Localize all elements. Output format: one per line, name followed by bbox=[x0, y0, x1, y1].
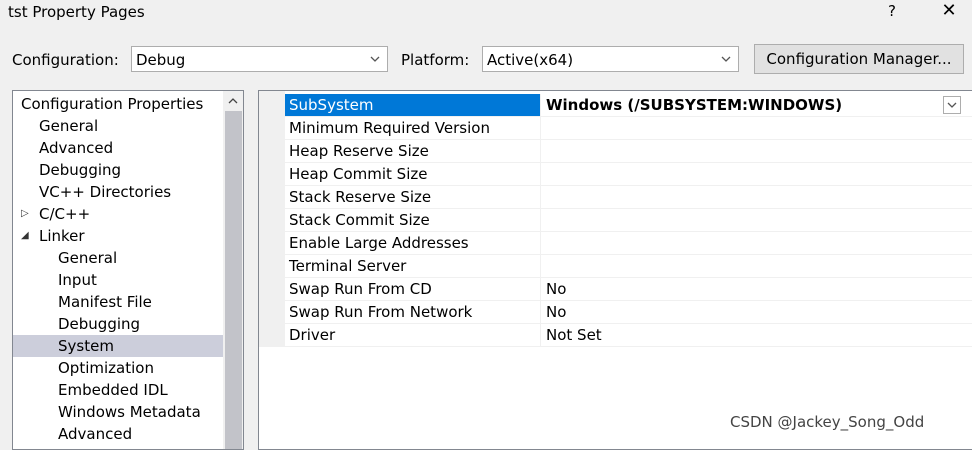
property-value[interactable]: No bbox=[541, 278, 566, 300]
tree-item-label: Embedded IDL bbox=[58, 381, 168, 399]
tree-item-label: Manifest File bbox=[58, 293, 152, 311]
platform-label: Platform: bbox=[401, 51, 470, 69]
configuration-label: Configuration: bbox=[12, 51, 119, 69]
tree-item-label: Windows Metadata bbox=[58, 403, 201, 421]
scrollbar-thumb[interactable] bbox=[225, 111, 242, 449]
property-row[interactable]: Swap Run From CD No bbox=[285, 278, 972, 301]
tree-item[interactable]: VC++ Directories bbox=[13, 181, 223, 203]
property-name: Stack Reserve Size bbox=[285, 186, 541, 208]
property-value[interactable] bbox=[541, 255, 546, 277]
tree-item-label: Linker bbox=[39, 227, 85, 245]
value-dropdown-button[interactable] bbox=[943, 96, 961, 114]
property-row[interactable]: Swap Run From Network No bbox=[285, 301, 972, 324]
tree-item[interactable]: Windows Metadata bbox=[13, 401, 223, 423]
tree-item[interactable]: Manifest File bbox=[13, 291, 223, 313]
configuration-dropdown[interactable]: Debug bbox=[131, 46, 388, 72]
property-name: SubSystem bbox=[285, 94, 541, 116]
tree-item[interactable]: Optimization bbox=[13, 357, 223, 379]
tree-item-label: Debugging bbox=[39, 161, 122, 179]
expanded-triangle-icon[interactable]: ◢ bbox=[21, 225, 29, 247]
property-value[interactable] bbox=[541, 140, 546, 162]
property-name: Swap Run From Network bbox=[285, 301, 541, 323]
property-row[interactable]: Driver Not Set bbox=[285, 324, 972, 347]
title-bar: tst Property Pages ? ✕ bbox=[0, 0, 972, 28]
property-row[interactable]: Stack Commit Size bbox=[285, 209, 972, 232]
property-value[interactable]: Windows (/SUBSYSTEM:WINDOWS) bbox=[541, 94, 842, 116]
tree-item[interactable]: General bbox=[13, 115, 223, 137]
property-name: Minimum Required Version bbox=[285, 117, 541, 139]
watermark: CSDN @Jackey_Song_Odd bbox=[730, 413, 925, 431]
tree-item[interactable]: Input bbox=[13, 269, 223, 291]
property-value[interactable] bbox=[541, 186, 546, 208]
tree-item-label: VC++ Directories bbox=[39, 183, 172, 201]
tree-item-label: Input bbox=[58, 271, 97, 289]
property-row[interactable]: Terminal Server bbox=[285, 255, 972, 278]
tree-item[interactable]: Debugging bbox=[13, 159, 223, 181]
chevron-down-icon bbox=[721, 56, 731, 62]
property-name: Terminal Server bbox=[285, 255, 541, 277]
property-tree[interactable]: Advanced Windows Metadata Embedded IDL Opti… bbox=[12, 90, 244, 450]
tree-item[interactable]: Debugging bbox=[13, 313, 223, 335]
tree-item-label: Advanced bbox=[39, 139, 114, 157]
tree-item-label: General bbox=[39, 117, 99, 135]
tree-item-label: Configuration Properties bbox=[21, 95, 204, 113]
property-grid[interactable]: SubSystem Windows (/SUBSYSTEM:WINDOWS) Min… bbox=[258, 90, 972, 450]
window-title: tst Property Pages bbox=[8, 3, 145, 21]
tree-item[interactable]: Advanced bbox=[13, 137, 223, 159]
property-name: Stack Commit Size bbox=[285, 209, 541, 231]
tree-item[interactable]: ◢Configuration Properties bbox=[13, 93, 223, 115]
property-value[interactable] bbox=[541, 209, 546, 231]
chevron-down-icon bbox=[947, 102, 957, 108]
tree-item-label: Optimization bbox=[58, 359, 154, 377]
property-value[interactable] bbox=[541, 117, 546, 139]
property-value[interactable] bbox=[541, 232, 546, 254]
help-button[interactable]: ? bbox=[880, 2, 904, 20]
configuration-manager-button[interactable]: Configuration Manager... bbox=[754, 44, 964, 74]
property-row[interactable]: Minimum Required Version bbox=[285, 117, 972, 140]
chevron-down-icon bbox=[370, 56, 380, 62]
property-name: Swap Run From CD bbox=[285, 278, 541, 300]
tree-item-label: Debugging bbox=[58, 315, 141, 333]
tree-item-label: General bbox=[58, 249, 118, 267]
property-row[interactable]: Heap Reserve Size bbox=[285, 140, 972, 163]
property-value[interactable] bbox=[541, 163, 546, 185]
tree-item[interactable]: Embedded IDL bbox=[13, 379, 223, 401]
platform-dropdown[interactable]: Active(x64) bbox=[482, 46, 739, 72]
property-value[interactable]: No bbox=[541, 301, 566, 323]
property-name: Driver bbox=[285, 324, 541, 346]
property-name: Heap Reserve Size bbox=[285, 140, 541, 162]
property-row[interactable]: Stack Reserve Size bbox=[285, 186, 972, 209]
property-name: Enable Large Addresses bbox=[285, 232, 541, 254]
platform-value: Active(x64) bbox=[487, 51, 574, 69]
close-button[interactable]: ✕ bbox=[937, 0, 961, 21]
tree-item-label: System bbox=[58, 337, 114, 355]
property-row[interactable]: Enable Large Addresses bbox=[285, 232, 972, 255]
property-value[interactable]: Not Set bbox=[541, 324, 602, 346]
grid-gutter bbox=[259, 91, 285, 347]
tree-item[interactable]: ◢ Linker bbox=[13, 225, 223, 247]
tree-scrollbar[interactable] bbox=[223, 91, 243, 449]
tree-item-label: C/C++ bbox=[39, 205, 91, 223]
property-name: Heap Commit Size bbox=[285, 163, 541, 185]
chevron-up-icon[interactable] bbox=[227, 95, 239, 107]
property-row[interactable]: SubSystem Windows (/SUBSYSTEM:WINDOWS) bbox=[285, 94, 972, 117]
collapsed-triangle-icon[interactable]: ▷ bbox=[21, 203, 29, 225]
configuration-value: Debug bbox=[136, 51, 186, 69]
tree-item[interactable]: ▷ C/C++ bbox=[13, 203, 223, 225]
tree-item[interactable]: General bbox=[13, 247, 223, 269]
property-row[interactable]: Heap Commit Size bbox=[285, 163, 972, 186]
tree-item[interactable]: System bbox=[13, 335, 223, 357]
